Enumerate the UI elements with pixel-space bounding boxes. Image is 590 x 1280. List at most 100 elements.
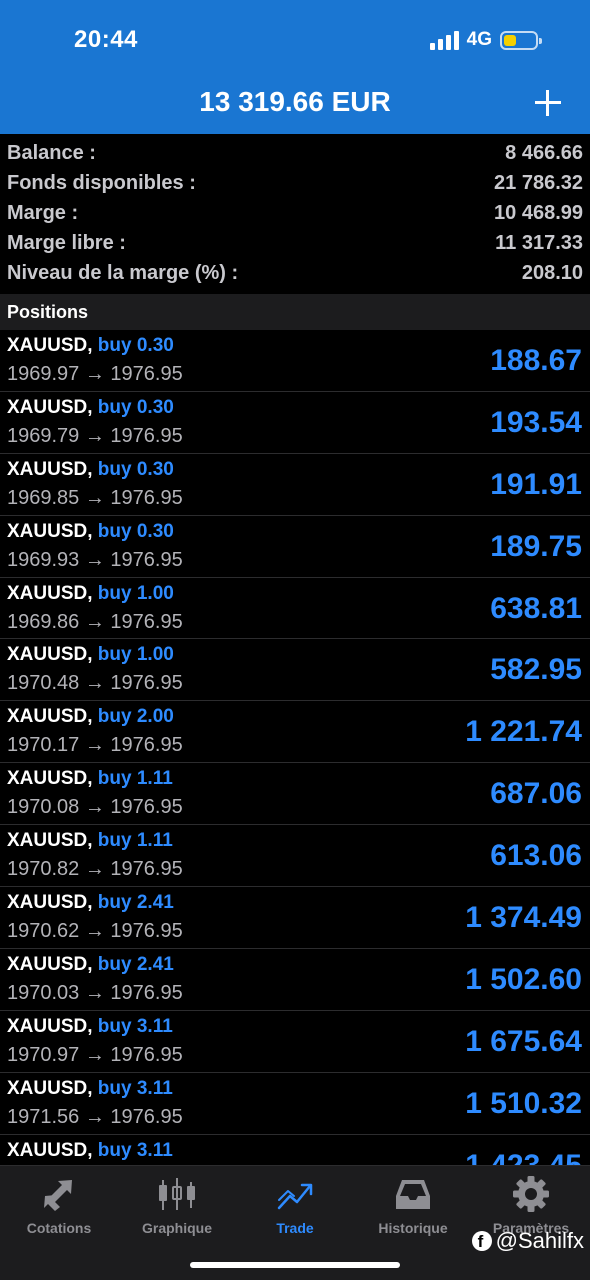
tab-historique[interactable]: Historique: [354, 1174, 472, 1236]
position-side-volume: buy 1.11: [97, 830, 173, 852]
position-row[interactable]: XAUUSD, buy 0.30 1969.93 → 1976.95 189.7…: [0, 516, 590, 578]
position-prices: 1970.48 → 1976.95: [7, 672, 183, 695]
position-row[interactable]: XAUUSD, buy 0.30 1969.85 → 1976.95 191.9…: [0, 454, 590, 516]
position-symbol: XAUUSD,: [7, 520, 93, 542]
position-side-volume: buy 1.00: [97, 582, 174, 604]
position-side-volume: buy 0.30: [97, 396, 174, 418]
position-profit: 1 423.45: [465, 1149, 582, 1165]
new-order-plus-button[interactable]: [534, 86, 562, 118]
position-symbol: XAUUSD,: [7, 644, 93, 666]
summary-value: 208.10: [521, 261, 583, 284]
position-side-volume: buy 0.30: [97, 458, 174, 480]
position-side-volume: buy 3.11: [97, 1139, 173, 1161]
tab-graphique[interactable]: Graphique: [118, 1174, 236, 1236]
position-side-volume: buy 0.30: [97, 520, 174, 542]
position-side-volume: buy 1.00: [97, 644, 174, 666]
position-profit: 188.67: [490, 344, 582, 377]
position-side-volume: buy 3.11: [97, 1077, 173, 1099]
position-symbol: XAUUSD,: [7, 1077, 93, 1099]
position-prices: 1969.85 → 1976.95: [7, 486, 183, 509]
position-side-volume: buy 2.41: [97, 892, 174, 914]
position-row[interactable]: XAUUSD, buy 1.00 1970.48 → 1976.95 582.9…: [0, 639, 590, 702]
position-row[interactable]: XAUUSD, buy 0.30 1969.79 → 1976.95 193.5…: [0, 392, 590, 454]
position-side-volume: buy 1.11: [97, 768, 173, 790]
positions-title: Positions: [7, 301, 89, 322]
battery-icon: [500, 30, 542, 50]
summary-row-balance: Balance : 8 466.66: [0, 138, 590, 168]
position-profit: 1 510.32: [465, 1086, 582, 1120]
position-row[interactable]: XAUUSD, buy 3.11 1 423.45: [0, 1135, 590, 1165]
position-prices: 1969.79 → 1976.95: [7, 424, 183, 447]
position-prices: 1970.97 → 1976.95: [7, 1043, 183, 1066]
facebook-icon: [471, 1231, 492, 1252]
signal-bars-icon: [429, 30, 459, 50]
position-symbol: XAUUSD,: [7, 1139, 93, 1161]
positions-list[interactable]: XAUUSD, buy 0.30 1969.97 → 1976.95 188.6…: [0, 330, 590, 1165]
position-prices: 1970.08 → 1976.95: [7, 796, 183, 819]
status-time: 20:44: [74, 26, 138, 53]
position-symbol: XAUUSD,: [7, 582, 93, 604]
position-row[interactable]: XAUUSD, buy 0.30 1969.97 → 1976.95 188.6…: [0, 330, 590, 392]
position-symbol: XAUUSD,: [7, 1015, 93, 1037]
position-row[interactable]: XAUUSD, buy 2.41 1970.03 → 1976.95 1 502…: [0, 949, 590, 1011]
tab-label: Trade: [276, 1220, 314, 1236]
position-profit: 189.75: [490, 529, 582, 563]
tab-parametres[interactable]: Paramètres: [472, 1174, 590, 1236]
quotes-arrows-icon: [0, 1174, 118, 1214]
summary-label: Marge libre :: [7, 231, 126, 254]
position-side-volume: buy 2.00: [97, 706, 174, 728]
watermark: @Sahilfx: [471, 1228, 584, 1254]
position-profit: 582.95: [490, 653, 582, 687]
position-symbol: XAUUSD,: [7, 396, 93, 418]
position-profit: 191.91: [490, 467, 582, 501]
position-prices: 1969.86 → 1976.95: [7, 610, 183, 633]
position-prices: 1970.82 → 1976.95: [7, 858, 183, 881]
summary-value: 8 466.66: [505, 141, 583, 164]
position-row[interactable]: XAUUSD, buy 2.41 1970.62 → 1976.95 1 374…: [0, 887, 590, 949]
position-symbol: XAUUSD,: [7, 335, 93, 356]
tab-trade[interactable]: Trade: [236, 1174, 354, 1236]
position-profit: 1 221.74: [465, 715, 582, 749]
positions-section-header: Positions: [0, 294, 590, 330]
position-profit: 1 502.60: [465, 962, 582, 996]
position-row[interactable]: XAUUSD, buy 1.11 1970.08 → 1976.95 687.0…: [0, 763, 590, 826]
summary-value: 21 786.32: [494, 171, 583, 194]
position-symbol: XAUUSD,: [7, 830, 93, 852]
network-type: 4G: [466, 29, 492, 50]
status-indicators: 4G: [429, 28, 542, 52]
position-prices: 1970.03 → 1976.95: [7, 981, 183, 1004]
position-profit: 613.06: [490, 839, 582, 873]
history-inbox-icon: [354, 1174, 472, 1214]
position-prices: 1970.62 → 1976.95: [7, 920, 183, 943]
position-row[interactable]: XAUUSD, buy 1.00 1969.86 → 1976.95 638.8…: [0, 578, 590, 640]
position-side-volume: buy 0.30: [97, 335, 174, 356]
candlestick-chart-icon: [118, 1174, 236, 1214]
position-profit: 1 374.49: [465, 901, 582, 935]
summary-value: 10 468.99: [494, 201, 583, 224]
summary-row-margin: Marge : 10 468.99: [0, 198, 590, 228]
position-prices: 1971.56 → 1976.95: [7, 1105, 183, 1128]
position-row[interactable]: XAUUSD, buy 3.11 1971.56 → 1976.95 1 510…: [0, 1073, 590, 1135]
position-symbol: XAUUSD,: [7, 892, 93, 914]
tab-label: Historique: [378, 1220, 448, 1236]
summary-label: Marge :: [7, 201, 79, 224]
position-row[interactable]: XAUUSD, buy 3.11 1970.97 → 1976.95 1 675…: [0, 1011, 590, 1073]
position-prices: 1969.97 → 1976.95: [7, 363, 183, 385]
account-summary: Balance : 8 466.66 Fonds disponibles : 2…: [0, 138, 590, 288]
trade-trend-icon: [236, 1174, 354, 1214]
tab-label: Graphique: [141, 1220, 212, 1236]
position-symbol: XAUUSD,: [7, 458, 93, 480]
home-indicator[interactable]: [190, 1262, 400, 1268]
position-row[interactable]: XAUUSD, buy 2.00 1970.17 → 1976.95 1 221…: [0, 701, 590, 764]
position-row[interactable]: XAUUSD, buy 1.11 1970.82 → 1976.95 613.0…: [0, 825, 590, 888]
summary-label: Balance :: [7, 141, 96, 164]
position-symbol: XAUUSD,: [7, 768, 93, 790]
position-prices: 1969.93 → 1976.95: [7, 548, 183, 571]
tab-cotations[interactable]: Cotations: [0, 1174, 118, 1236]
position-prices: 1970.17 → 1976.95: [7, 734, 183, 757]
position-profit: 638.81: [490, 591, 582, 625]
top-header-bar: 20:44 4G 13 319.66 EUR: [0, 0, 590, 134]
tab-label: Cotations: [26, 1220, 92, 1236]
watermark-handle: @Sahilfx: [495, 1228, 584, 1253]
summary-value: 11 317.33: [495, 231, 583, 254]
